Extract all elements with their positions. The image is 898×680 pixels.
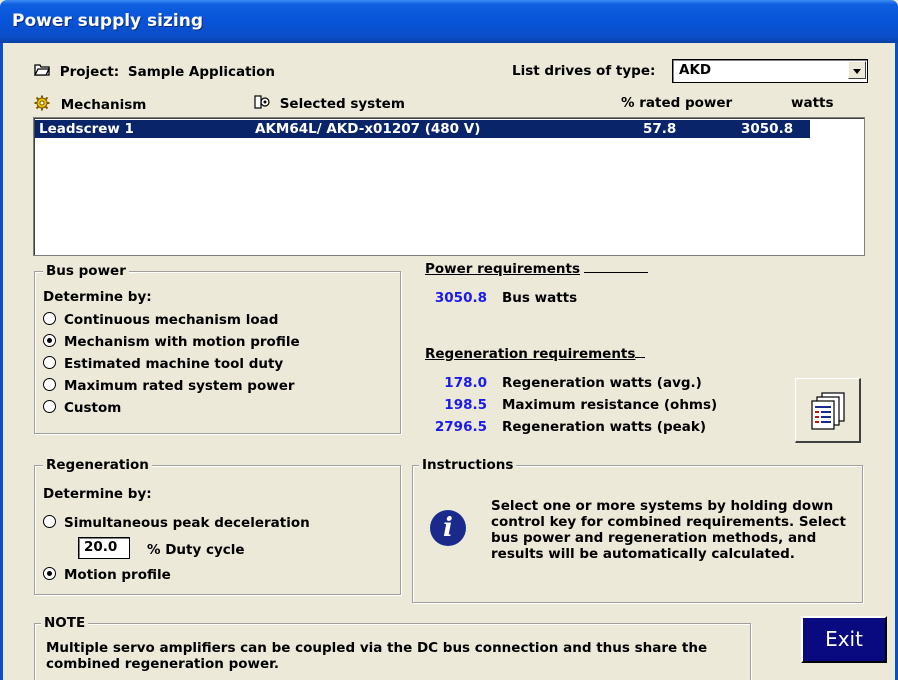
radio-label: Continuous mechanism load xyxy=(64,312,279,328)
header-system-label: Selected system xyxy=(279,96,405,112)
report-pages-icon xyxy=(810,392,846,434)
bus-power-legend: Bus power xyxy=(43,263,129,279)
duty-cycle-value: 20.0 xyxy=(84,539,118,555)
gear-icon xyxy=(34,95,50,115)
instructions-text: Select one or more systems by holding do… xyxy=(491,498,846,562)
note-legend: NOTE xyxy=(41,615,89,631)
regen-avg-value: 178.0 xyxy=(444,375,487,391)
row-rated: 57.8 xyxy=(643,121,677,137)
info-icon: i xyxy=(430,510,466,546)
drive-type-value: AKD xyxy=(679,62,712,78)
radio-button-icon[interactable] xyxy=(43,400,56,413)
header-mechanism[interactable]: Mechanism xyxy=(34,95,146,115)
radio-motion-profile[interactable]: Motion profile xyxy=(43,567,171,583)
radio-custom[interactable]: Custom xyxy=(43,400,121,416)
drive-type-label: List drives of type: xyxy=(512,63,656,79)
window-title: Power supply sizing xyxy=(12,11,204,31)
systems-list[interactable]: Leadscrew 1 AKM64L/ AKD-x01207 (480 V) 5… xyxy=(33,117,865,256)
header-system[interactable]: Selected system xyxy=(254,95,405,113)
project-name: Sample Application xyxy=(127,63,276,80)
folder-icon xyxy=(33,63,51,80)
list-item[interactable]: Leadscrew 1 AKM64L/ AKD-x01207 (480 V) 5… xyxy=(35,120,810,138)
regen-peak-label: Regeneration watts (peak) xyxy=(502,419,707,435)
regeneration-determine-label: Determine by: xyxy=(43,486,152,502)
regen-peak-value: 2796.5 xyxy=(434,419,487,435)
bus-power-group: Bus power Determine by: Continuous mecha… xyxy=(34,263,401,434)
power-requirements-heading: Power requirements xyxy=(425,261,649,277)
project-label: Project: xyxy=(59,63,120,80)
radio-label: Motion profile xyxy=(64,567,171,583)
radio-label: Maximum rated system power xyxy=(64,378,295,394)
regeneration-legend: Regeneration xyxy=(43,457,152,473)
bus-power-determine-label: Determine by: xyxy=(43,289,152,305)
regeneration-group: Regeneration Determine by: Simultaneous … xyxy=(34,457,401,595)
power-supply-window: Power supply sizing Project: Sample Appl… xyxy=(0,0,898,680)
duty-cycle-label: % Duty cycle xyxy=(147,542,245,558)
max-resistance-label: Maximum resistance (ohms) xyxy=(502,397,718,413)
drive-type-select[interactable]: AKD xyxy=(672,59,868,83)
regeneration-requirements-heading: Regeneration requirements xyxy=(425,346,646,362)
exit-button[interactable]: Exit xyxy=(801,616,887,663)
report-button[interactable] xyxy=(795,378,861,443)
radio-label: Estimated machine tool duty xyxy=(64,356,284,372)
radio-max-rated-power[interactable]: Maximum rated system power xyxy=(43,378,295,394)
row-mechanism: Leadscrew 1 xyxy=(39,121,134,137)
radio-label: Custom xyxy=(64,400,122,416)
bus-watts-label: Bus watts xyxy=(502,290,578,306)
radio-continuous-load[interactable]: Continuous mechanism load xyxy=(43,312,278,328)
radio-button-icon[interactable] xyxy=(43,356,56,369)
max-resistance-value: 198.5 xyxy=(444,397,487,413)
header-watts[interactable]: watts xyxy=(791,95,834,111)
radio-label: Mechanism with motion profile xyxy=(64,334,300,350)
project-row: Project: Sample Application xyxy=(33,63,276,80)
bus-watts-value: 3050.8 xyxy=(434,290,487,306)
instructions-legend: Instructions xyxy=(419,457,517,473)
regen-avg-label: Regeneration watts (avg.) xyxy=(502,375,702,391)
radio-button-icon[interactable] xyxy=(43,515,56,528)
motor-icon xyxy=(254,95,270,113)
window-frame-left xyxy=(0,43,3,680)
header-mechanism-label: Mechanism xyxy=(60,97,147,113)
header-rated-power[interactable]: % rated power xyxy=(621,95,732,111)
duty-cycle-input[interactable]: 20.0 xyxy=(78,537,130,559)
title-bar[interactable]: Power supply sizing xyxy=(0,0,898,43)
radio-simultaneous-peak[interactable]: Simultaneous peak deceleration xyxy=(43,515,310,531)
radio-button-icon[interactable] xyxy=(43,378,56,391)
note-text: Multiple servo amplifiers can be coupled… xyxy=(46,640,708,672)
radio-button-icon[interactable] xyxy=(43,312,56,325)
radio-machine-tool-duty[interactable]: Estimated machine tool duty xyxy=(43,356,283,372)
radio-motion-profile-mechanism[interactable]: Mechanism with motion profile xyxy=(43,334,300,350)
radio-button-selected-icon[interactable] xyxy=(43,567,56,580)
radio-button-selected-icon[interactable] xyxy=(43,334,56,347)
row-watts: 3050.8 xyxy=(741,121,794,137)
row-system: AKM64L/ AKD-x01207 (480 V) xyxy=(255,121,481,137)
chevron-down-icon[interactable] xyxy=(848,61,866,79)
radio-label: Simultaneous peak deceleration xyxy=(64,515,310,531)
